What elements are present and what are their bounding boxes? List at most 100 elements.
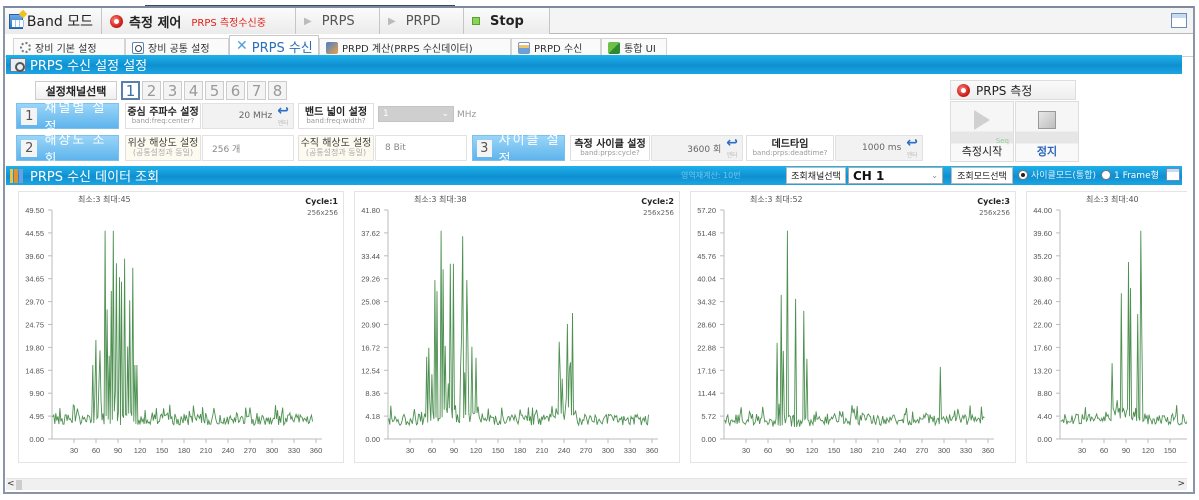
horizontal-scrollbar[interactable]: < > — [6, 478, 1187, 490]
channel-button-5[interactable]: 5 — [205, 81, 224, 100]
center-freq-input[interactable]: 20 MHz ↩ 엔터 — [202, 103, 294, 129]
step-number: 2 — [21, 139, 38, 157]
view-channel-label: 조회채널선택 — [786, 167, 846, 184]
y-tick-label: 49.50 — [25, 206, 44, 215]
bandwidth-value: 1 — [383, 109, 389, 119]
charts-area: 0.00 4.95 9.90 14.85 19.80 24.75 29.70 34.65 39.… — [12, 191, 1187, 464]
prps-measure-header: PRPS 측정 — [950, 80, 1076, 100]
channel-button-6[interactable]: 6 — [226, 81, 245, 100]
channel-button-1[interactable]: 1 — [121, 81, 140, 100]
y-tick-label: 37.62 — [361, 229, 380, 238]
y-tick-label: 14.85 — [25, 366, 44, 375]
cycle-mode-radio[interactable] — [1018, 169, 1028, 180]
settings-section-header: PRPS 수신 설정 설정 — [6, 55, 1182, 74]
channel-button-7[interactable]: 7 — [247, 81, 266, 100]
chart-cycle-label: Cycle:2 — [641, 197, 674, 206]
deadtime-label: 데드타임 band:prps:deadtime? — [746, 135, 834, 161]
chart-cycle-label: Cycle:3 — [977, 197, 1010, 206]
y-tick-label: 51.48 — [697, 229, 716, 238]
deadtime-value: 1000 ms — [862, 143, 902, 153]
chart-resolution-label: 256x256 — [307, 209, 338, 217]
chart-svg: 0.00 4.95 9.90 14.85 19.80 24.75 29.70 34.65 39.… — [25, 206, 323, 455]
y-tick-label: 12.54 — [361, 366, 380, 375]
prpd-mode-button[interactable]: ▶ PRPD — [380, 8, 464, 34]
field-command: band:prps:deadtime? — [752, 148, 828, 157]
channel-button-4[interactable]: 4 — [184, 81, 203, 100]
data-line — [388, 230, 649, 427]
tab-device-common-settings[interactable]: 장비 공통 설정 — [125, 38, 229, 56]
data-line — [724, 230, 985, 428]
view-channel-select[interactable]: CH 1 ⌄ — [848, 167, 943, 184]
step-resolution-button[interactable]: 2 해상도 조회 — [16, 133, 119, 167]
x-tick-label: 180 — [850, 446, 863, 455]
x-tick-label: 330 — [624, 446, 637, 455]
chart-minmax-label: 최소:3 최대:40 — [1086, 195, 1139, 204]
tab-label: PRPD 계산(PRPS 수신데이터) — [342, 44, 473, 55]
measure-control-button[interactable]: 측정 제어 PRPS 측정수신중 — [102, 8, 296, 34]
x-tick-label: 270 — [916, 446, 929, 455]
record-icon — [957, 83, 970, 97]
prps-mode-button[interactable]: ▶ PRPS — [296, 8, 380, 34]
channel-button-3[interactable]: 3 — [163, 81, 182, 100]
x-tick-label: 360 — [310, 446, 323, 455]
x-tick-label: 210 — [200, 446, 213, 455]
window-icon[interactable] — [1165, 168, 1180, 181]
channel-button-2[interactable]: 2 — [142, 81, 161, 100]
tab-integrated-ui[interactable]: 통합 UI — [601, 38, 667, 56]
step-channel-settings-button[interactable]: 1 채널별 설정 — [16, 101, 119, 135]
x-tick-label: 240 — [558, 446, 571, 455]
x-tick-label: 120 — [134, 446, 147, 455]
x-tick-label: 150 — [492, 446, 505, 455]
frame-mode-radio[interactable] — [1100, 169, 1111, 180]
gear-icon — [20, 42, 31, 53]
cycle-input[interactable]: 3600 회 ↩ 엔터 — [651, 135, 743, 161]
settings-icon — [10, 57, 26, 72]
stop-mode-button[interactable]: Stop — [464, 8, 550, 34]
y-tick-label: 35.20 — [1033, 252, 1052, 261]
bar-chart-icon — [10, 168, 26, 183]
tab-prpd-calc[interactable]: PRPD 계산(PRPS 수신데이터) — [319, 38, 511, 56]
integrated-icon — [608, 41, 620, 54]
tab-prps-receive[interactable]: ✕ PRPS 수신 — [229, 35, 319, 56]
step-cycle-settings-button[interactable]: 3 사이클 설정 — [472, 133, 565, 167]
bandwidth-select[interactable]: 1 ⌄ — [378, 106, 454, 122]
enter-label: 엔터 — [277, 119, 289, 127]
start-measure-button[interactable]: Seq 측정시작 — [950, 101, 1014, 162]
scroll-left-icon[interactable]: < — [7, 479, 15, 489]
deadtime-input[interactable]: 1000 ms ↩ 엔터 — [835, 135, 923, 161]
vert-res-value: 8 Bit — [375, 135, 467, 161]
bandwidth-unit: MHz — [457, 110, 477, 120]
vert-res-label: 수직 해상도 설정 (공통설정과 동일) — [298, 135, 374, 161]
signal-icon: ✕ — [236, 38, 248, 54]
y-tick-label: 44.55 — [25, 229, 44, 238]
channel-button-8[interactable]: 8 — [268, 81, 287, 100]
cycle-mode-label[interactable]: 사이클모드(통합) — [1031, 168, 1096, 181]
tab-prpd-receive[interactable]: PRPD 수신 — [511, 38, 601, 56]
x-tick-label: 270 — [244, 446, 257, 455]
x-tick-label: 300 — [266, 446, 279, 455]
x-tick-label: 360 — [646, 446, 659, 455]
x-tick-label: 240 — [894, 446, 907, 455]
scroll-right-icon[interactable]: > — [1177, 479, 1185, 489]
y-tick-label: 4.18 — [365, 412, 380, 421]
deadtime-enter-button[interactable]: ↩ 엔터 — [906, 136, 918, 158]
frame-mode-label[interactable]: 1 Frame형 — [1114, 168, 1159, 181]
tab-label: PRPS 수신 — [251, 40, 313, 56]
chart-resolution-label: 256x256 — [979, 209, 1010, 217]
sub-tab-bar: 장비 기본 설정 장비 공통 설정 ✕ PRPS 수신 PRPD 계산(PRPS… — [5, 35, 1193, 57]
tab-label: 장비 기본 설정 — [35, 44, 97, 55]
chart-resolution-label: 256x256 — [643, 209, 674, 217]
stop-measure-button[interactable]: 정지 — [1015, 101, 1079, 162]
chevron-down-icon: ⌄ — [931, 171, 938, 180]
tab-device-basic-settings[interactable]: 장비 기본 설정 — [13, 38, 125, 56]
cycle-enter-button[interactable]: ↩ 엔터 — [726, 136, 738, 158]
scrollbar-thumb[interactable] — [16, 480, 22, 490]
measure-status: PRPS 측정수신중 — [191, 17, 266, 29]
window-restore-icon[interactable] — [1171, 13, 1187, 28]
x-tick-label: 210 — [536, 446, 549, 455]
stop-icon — [1038, 111, 1056, 129]
center-freq-enter-button[interactable]: ↩ 엔터 — [277, 104, 289, 127]
prps-mode-label: PRPS — [321, 13, 355, 29]
view-mode-label: 조회모드선택 — [951, 167, 1013, 184]
band-mode-button[interactable]: Band 모드 — [5, 8, 102, 34]
